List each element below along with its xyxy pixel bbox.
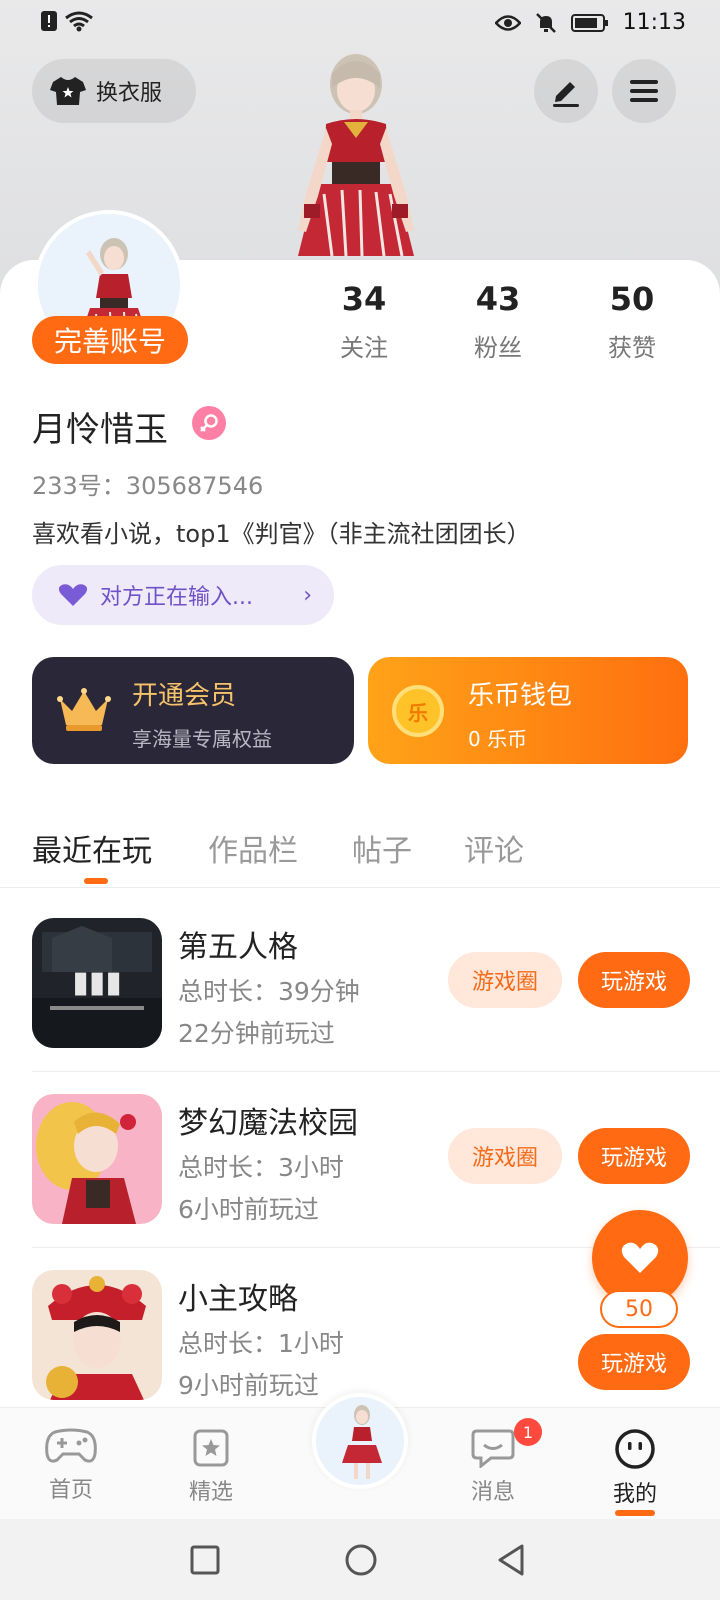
tab-recently-played[interactable]: 最近在玩 bbox=[32, 826, 152, 870]
play-game-button[interactable]: 玩游戏 bbox=[578, 952, 690, 1008]
avatar-character-figure[interactable] bbox=[276, 44, 436, 260]
complete-account-button[interactable]: 完善账号 bbox=[32, 316, 188, 364]
game-duration: 总时长：39分钟 bbox=[178, 977, 360, 1006]
game-thumbnail-magic-school bbox=[32, 1094, 162, 1224]
game-name: 梦幻魔法校园 bbox=[178, 1106, 358, 1141]
vip-membership-card[interactable]: 开通会员 享海量专属权益 bbox=[32, 657, 354, 764]
game-duration: 总时长：3小时 bbox=[178, 1153, 344, 1182]
gamepad-icon bbox=[45, 1428, 97, 1463]
nav-item-home[interactable]: 首页 bbox=[26, 1428, 116, 1504]
status-bar: 11:13 bbox=[0, 0, 720, 48]
vip-subtitle: 享海量专属权益 bbox=[132, 727, 272, 751]
stat-followers-count: 43 bbox=[475, 280, 521, 318]
wifi-icon bbox=[65, 11, 93, 32]
status-left-icons bbox=[40, 10, 94, 32]
nav-active-underline bbox=[615, 1510, 655, 1516]
change-outfit-button[interactable]: 换衣服 bbox=[32, 59, 196, 123]
profile-screen: 11:13 换衣服 完善账号 34 关注 43 粉丝 50 获赞 月怜惜玉 23… bbox=[0, 0, 720, 1600]
nav-center-avatar[interactable] bbox=[312, 1393, 408, 1489]
tab-comments[interactable]: 评论 bbox=[464, 826, 524, 870]
heart-icon bbox=[621, 1242, 659, 1273]
svg-text:▮▮▮: ▮▮▮ bbox=[72, 965, 122, 1000]
menu-button[interactable] bbox=[612, 59, 676, 123]
system-navigation-bar bbox=[0, 1519, 720, 1600]
tshirt-icon bbox=[50, 77, 86, 105]
coin-icon: 乐 bbox=[392, 685, 444, 737]
play-game-button[interactable]: 玩游戏 bbox=[578, 1334, 690, 1390]
typing-status-chip[interactable]: 对方正在输入... › bbox=[32, 565, 334, 625]
typing-status-text: 对方正在输入... bbox=[100, 585, 253, 610]
stat-followers-label: 粉丝 bbox=[474, 334, 522, 362]
stat-likes-label: 获赞 bbox=[608, 334, 656, 362]
game-last-played: 9小时前玩过 bbox=[178, 1371, 319, 1400]
tab-posts[interactable]: 帖子 bbox=[352, 826, 412, 870]
username: 月怜惜玉 bbox=[32, 410, 168, 450]
battery-icon bbox=[570, 13, 608, 32]
eye-icon bbox=[494, 14, 521, 31]
stat-following-count: 34 bbox=[341, 280, 387, 318]
game-last-played: 22分钟前玩过 bbox=[178, 1019, 335, 1048]
crown-icon bbox=[57, 688, 111, 731]
stat-likes[interactable]: 50 获赞 bbox=[582, 280, 682, 363]
menu-icon bbox=[630, 80, 658, 102]
game-name: 小主攻略 bbox=[178, 1282, 298, 1317]
edit-pencil-icon bbox=[553, 82, 579, 107]
home-circle-icon[interactable] bbox=[344, 1543, 378, 1577]
stat-following-label: 关注 bbox=[340, 334, 388, 362]
game-thumbnail-identity-v: ▮▮▮ bbox=[32, 918, 162, 1048]
recents-square-icon[interactable] bbox=[190, 1545, 220, 1575]
edit-profile-button[interactable] bbox=[534, 59, 598, 123]
coin-glyph: 乐 bbox=[408, 700, 428, 725]
stat-following[interactable]: 34 关注 bbox=[314, 280, 414, 363]
purple-heart-icon bbox=[58, 584, 88, 606]
female-icon bbox=[192, 406, 226, 440]
profile-tabs: 最近在玩 作品栏 帖子 评论 bbox=[0, 818, 720, 888]
like-count-badge: 50 bbox=[600, 1290, 678, 1328]
game-thumbnail-princess-guide bbox=[32, 1270, 162, 1400]
nav-item-me[interactable]: 我的 bbox=[590, 1428, 680, 1516]
alert-icon bbox=[41, 11, 57, 31]
status-right-icons: 11:13 bbox=[494, 10, 686, 35]
stat-likes-count: 50 bbox=[609, 280, 655, 318]
game-circle-button[interactable]: 游戏圈 bbox=[448, 952, 562, 1008]
tab-works[interactable]: 作品栏 bbox=[208, 826, 298, 870]
avatar-figure bbox=[316, 1397, 404, 1485]
user-id: 233号：305687546 bbox=[32, 472, 264, 500]
game-last-played: 6小时前玩过 bbox=[178, 1195, 319, 1224]
play-game-button[interactable]: 玩游戏 bbox=[578, 1128, 690, 1184]
wallet-card[interactable]: 乐 乐币钱包 0 乐币 bbox=[368, 657, 688, 764]
change-outfit-label: 换衣服 bbox=[96, 81, 163, 106]
wallet-balance: 0 乐币 bbox=[468, 727, 528, 751]
chevron-right-icon: › bbox=[303, 582, 312, 608]
nav-label-me: 我的 bbox=[612, 1482, 657, 1507]
wallet-title: 乐币钱包 bbox=[468, 681, 573, 711]
tab-active-indicator bbox=[84, 878, 108, 884]
back-triangle-icon[interactable] bbox=[496, 1543, 526, 1577]
nav-label-home: 首页 bbox=[48, 1478, 93, 1503]
smiley-face-icon bbox=[615, 1429, 655, 1469]
game-duration: 总时长：1小时 bbox=[178, 1329, 344, 1358]
nav-label-messages: 消息 bbox=[470, 1480, 515, 1505]
vip-title: 开通会员 bbox=[132, 681, 237, 711]
nav-label-featured: 精选 bbox=[188, 1480, 233, 1505]
user-bio: 喜欢看小说，top1《判官》（非主流社团团长） bbox=[32, 520, 531, 548]
star-bookmark-icon bbox=[193, 1429, 229, 1467]
message-bubble-icon bbox=[471, 1429, 515, 1468]
game-name: 第五人格 bbox=[178, 930, 298, 965]
game-circle-button[interactable]: 游戏圈 bbox=[448, 1128, 562, 1184]
mute-bell-icon bbox=[535, 12, 556, 33]
status-time: 11:13 bbox=[622, 10, 686, 35]
messages-unread-badge: 1 bbox=[514, 1418, 542, 1446]
stat-followers[interactable]: 43 粉丝 bbox=[448, 280, 548, 363]
game-row[interactable]: ▮▮▮ 第五人格 总时长：39分钟 22分钟前玩过 游戏圈 玩游戏 bbox=[0, 896, 720, 1072]
nav-item-featured[interactable]: 精选 bbox=[166, 1428, 256, 1506]
